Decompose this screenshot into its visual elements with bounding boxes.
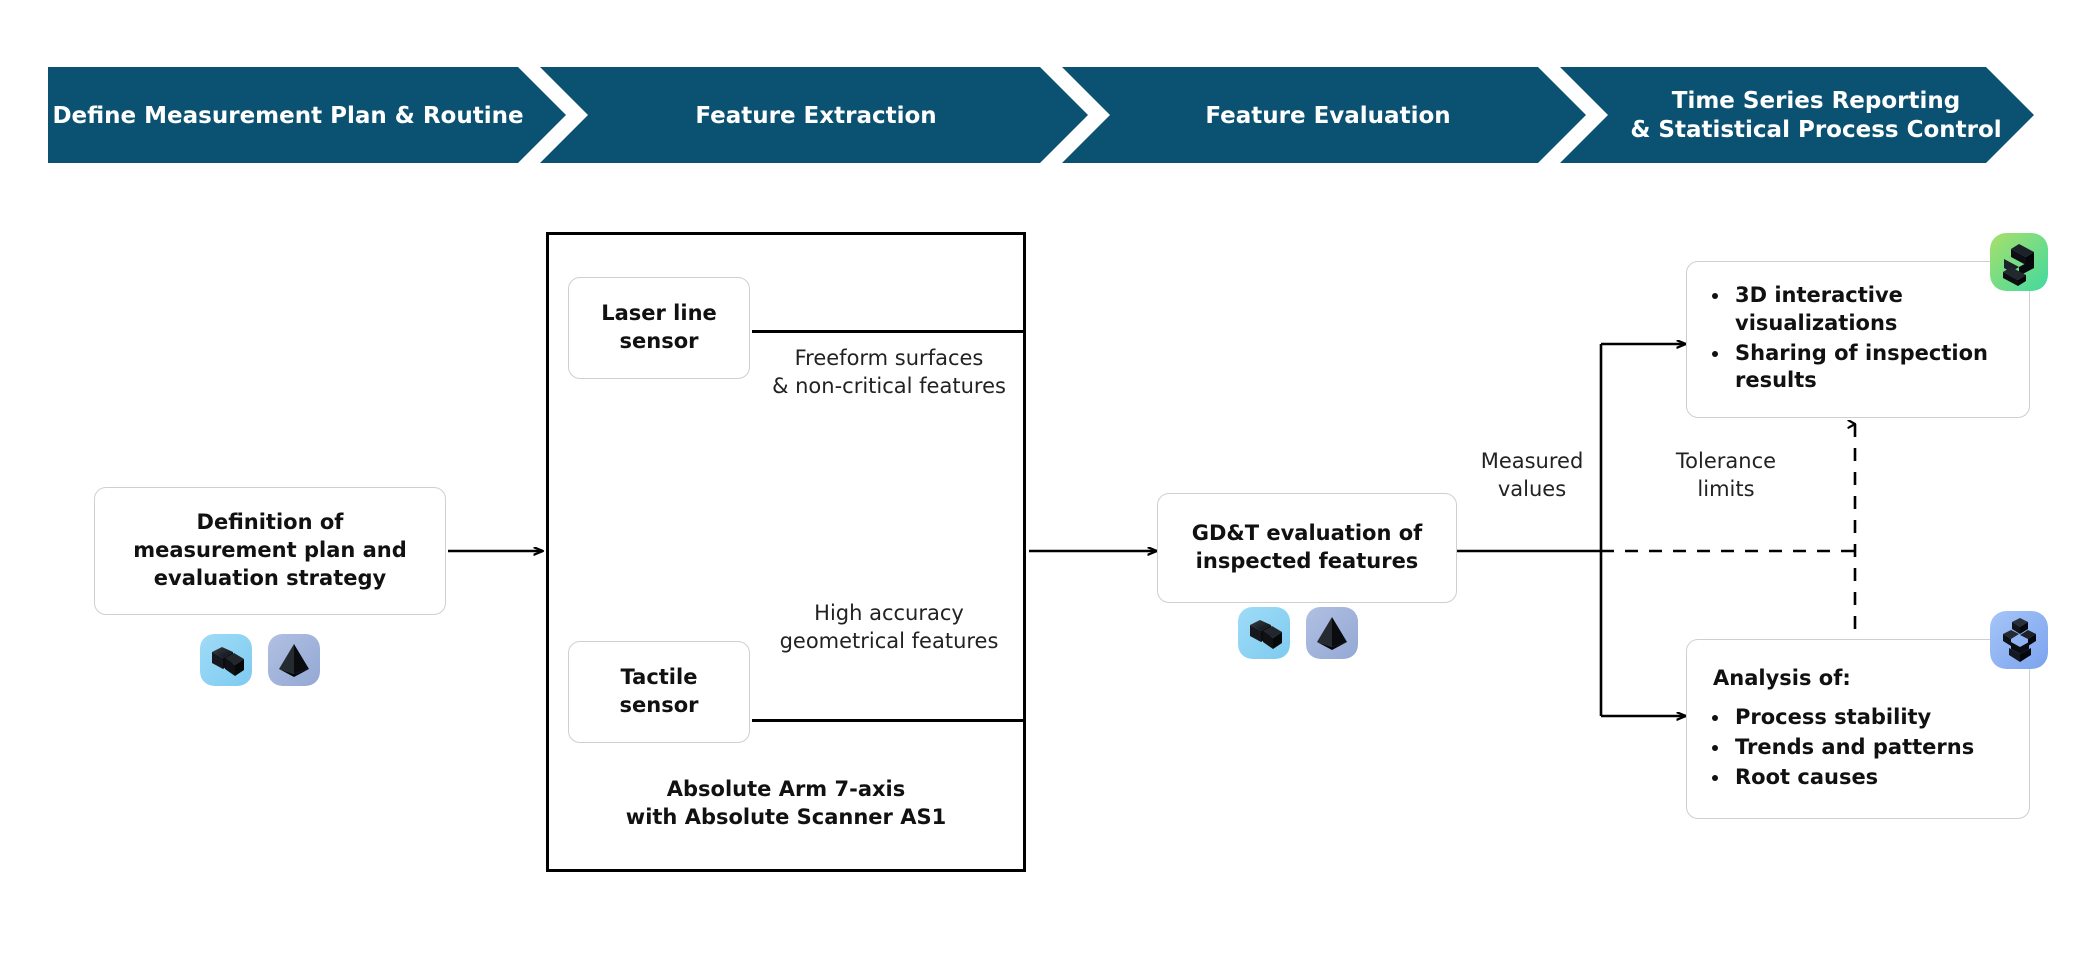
pyramid-icon [268,634,320,686]
tactile-sensor-label: Tactile sensor [619,665,699,717]
list-item: 3D interactive visualizations [1731,282,2015,337]
tolerance-limits-label: Tolerance limits [1675,449,1777,501]
definition-box: Definition of measurement plan and evalu… [94,487,446,615]
analysis-box-heading: Analysis of: [1713,665,1851,690]
cube-icon [200,634,252,686]
list-item: Root causes [1731,764,2015,792]
feature-extraction-device-label: Absolute Arm 7-axis with Absolute Scanne… [625,777,947,830]
tactile-sensor-box: Tactile sensor [568,641,750,743]
reporting-box-list: 3D interactive visualizations Sharing of… [1701,282,2015,397]
cube-icon [1238,607,1290,659]
laser-line-sensor-box: Laser line sensor [568,277,750,379]
measured-values-label: Measured values [1480,449,1584,501]
list-item: Sharing of inspection results [1731,340,2015,395]
analysis-box-list: Process stability Trends and patterns Ro… [1701,704,2015,793]
analysis-box: Analysis of: Process stability Trends an… [1686,639,2030,819]
green-blocks-icon [1990,233,2048,291]
banner-chevron-1 [48,67,566,163]
banner-chevron-3 [1062,67,1586,163]
laser-output-label: Freeform surfaces & non-critical feature… [772,346,1006,398]
reporting-box: 3D interactive visualizations Sharing of… [1686,261,2030,418]
banner-chevrons [48,67,2034,163]
process-stage-banner: Define Measurement Plan & Routine Featur… [0,0,2080,180]
list-item: Trends and patterns [1731,734,2015,762]
laser-line-sensor-label: Laser line sensor [601,301,717,353]
gdt-evaluation-box: GD&T evaluation of inspected features [1157,493,1457,603]
definition-box-text: Definition of measurement plan and evalu… [133,510,407,590]
banner-chevron-4 [1560,67,2034,163]
tactile-output-divider-bottom [752,719,1024,722]
tactile-output-label: High accuracy geometrical features [779,601,999,653]
pyramid-icon [1306,607,1358,659]
gdt-evaluation-text: GD&T evaluation of inspected features [1191,521,1423,573]
banner-chevron-2 [540,67,1088,163]
list-item: Process stability [1731,704,2015,732]
laser-output-divider-top [752,330,1024,333]
blue-download-blocks-icon [1990,611,2048,669]
